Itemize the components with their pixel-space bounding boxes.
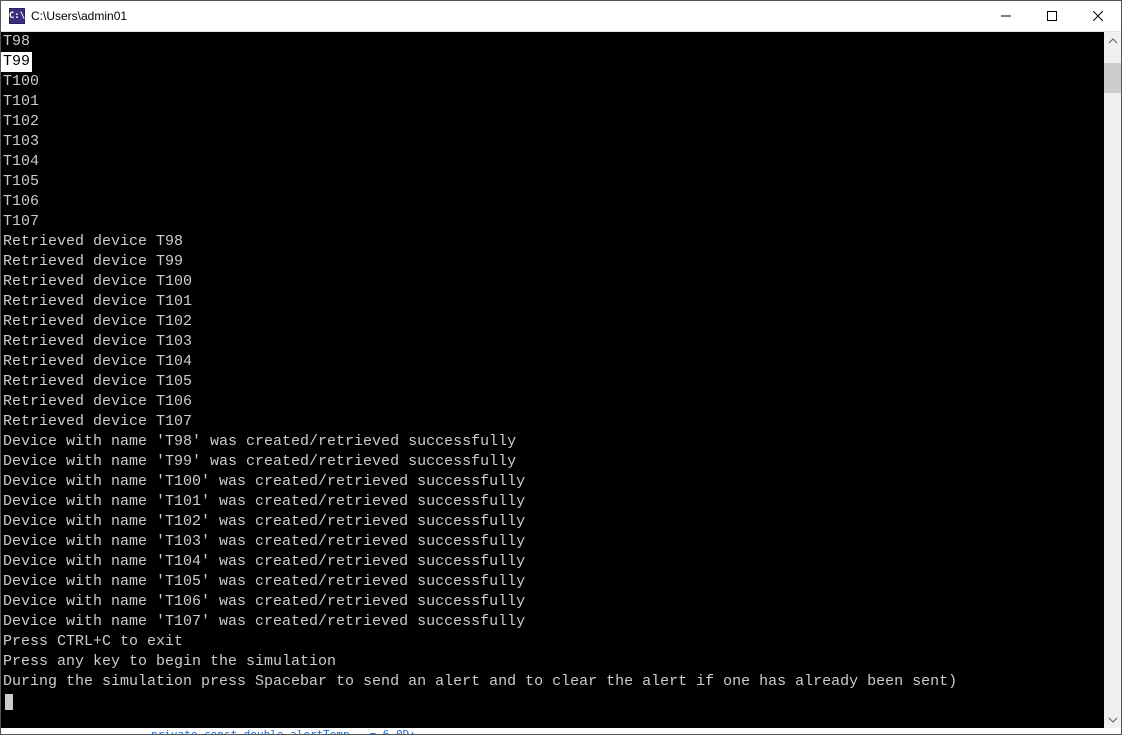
console-line: T105 [1,172,1104,192]
console-line: Device with name 'T104' was created/retr… [1,552,1104,572]
window-title: C:\Users\admin01 [31,9,127,23]
scroll-up-button[interactable] [1104,32,1121,49]
console-line: T107 [1,212,1104,232]
console-line: Retrieved device T100 [1,272,1104,292]
console-line: Retrieved device T103 [1,332,1104,352]
title-bar[interactable]: C:\ C:\Users\admin01 [1,1,1121,32]
console-line: Device with name 'T106' was created/retr… [1,592,1104,612]
console-line: T98 [1,32,1104,52]
minimize-icon [1001,11,1011,21]
console-line: T104 [1,152,1104,172]
text-cursor [5,694,13,710]
console-line: T101 [1,92,1104,112]
console-line: Retrieved device T107 [1,412,1104,432]
console-line: Retrieved device T106 [1,392,1104,412]
scrollbar-thumb[interactable] [1104,63,1121,93]
console-line: Device with name 'T105' was created/retr… [1,572,1104,592]
console-line: T99 [1,52,32,72]
console-line: Device with name 'T102' was created/retr… [1,512,1104,532]
console-line: Device with name 'T103' was created/retr… [1,532,1104,552]
client-area: T98T99T100T101T102T103T104T105T106T107Re… [1,32,1121,728]
scrollbar-track[interactable] [1104,49,1121,711]
console-cursor-line [1,692,1104,712]
console-line: T106 [1,192,1104,212]
maximize-icon [1047,11,1057,21]
console-line: Device with name 'T100' was created/retr… [1,472,1104,492]
console-line: Retrieved device T105 [1,372,1104,392]
console-line: Retrieved device T102 [1,312,1104,332]
close-icon [1093,11,1103,21]
console-output[interactable]: T98T99T100T101T102T103T104T105T106T107Re… [1,32,1104,728]
console-line: Retrieved device T99 [1,252,1104,272]
console-line: Retrieved device T101 [1,292,1104,312]
minimize-button[interactable] [983,1,1029,32]
maximize-button[interactable] [1029,1,1075,32]
console-line: Device with name 'T107' was created/retr… [1,612,1104,632]
console-line: T100 [1,72,1104,92]
console-line: Device with name 'T99' was created/retri… [1,452,1104,472]
background-code-fragment: private const double alertTemp = 6.0D; [1,728,1121,734]
console-line: Press CTRL+C to exit [1,632,1104,652]
chevron-down-icon [1108,715,1118,725]
scroll-down-button[interactable] [1104,711,1121,728]
console-line: Retrieved device T104 [1,352,1104,372]
close-button[interactable] [1075,1,1121,32]
console-line: Device with name 'T101' was created/retr… [1,492,1104,512]
console-window: C:\ C:\Users\admin01 T98T99T100T101T102T… [0,0,1122,735]
vertical-scrollbar[interactable] [1104,32,1121,728]
console-line: Press any key to begin the simulation [1,652,1104,672]
console-line: Retrieved device T98 [1,232,1104,252]
console-line: T103 [1,132,1104,152]
console-line: During the simulation press Spacebar to … [1,672,1104,692]
console-line: Device with name 'T98' was created/retri… [1,432,1104,452]
console-line: T102 [1,112,1104,132]
app-icon: C:\ [9,8,25,24]
chevron-up-icon [1108,36,1118,46]
